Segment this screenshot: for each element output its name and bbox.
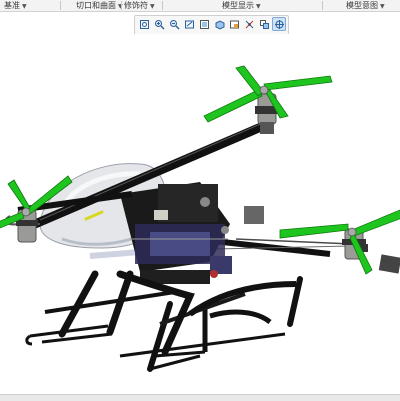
named-views-icon xyxy=(199,19,209,29)
datum-display-icon xyxy=(245,20,253,28)
ribbon-group-label: 模型显示 xyxy=(222,1,254,10)
named-views-button[interactable] xyxy=(197,17,211,31)
display-style-button[interactable] xyxy=(212,17,226,31)
spin-center-icon xyxy=(274,19,284,29)
ribbon-group-strip: 基准▼ 切口和曲面▼ 修饰符▼ 模型显示▼ 模型意图▼ xyxy=(0,0,400,12)
ribbon-group-label: 切口和曲面 xyxy=(76,1,116,10)
tail-servo[interactable] xyxy=(378,254,400,274)
divider xyxy=(60,1,61,10)
ribbon-group-model-intent[interactable]: 模型意图 ▼ xyxy=(346,0,385,11)
refit-icon xyxy=(139,19,149,29)
repaint-icon xyxy=(184,20,194,28)
zoom-out-button[interactable] xyxy=(167,17,181,31)
divider xyxy=(121,1,122,10)
zoom-in-button[interactable] xyxy=(152,17,166,31)
display-style-icon xyxy=(215,19,224,30)
view-manager-icon xyxy=(259,19,269,29)
saved-orientations-button[interactable] xyxy=(227,17,241,31)
ribbon-group-model-display[interactable]: 模型显示 ▼ xyxy=(222,0,261,11)
ribbon-group-label: 模型意图 xyxy=(346,1,378,10)
datum-display-button[interactable] xyxy=(242,17,256,31)
view-manager-button[interactable] xyxy=(257,17,271,31)
model-viewport[interactable] xyxy=(0,34,400,394)
landing-skid-front[interactable] xyxy=(25,270,206,358)
saved-orientations-icon xyxy=(229,20,239,28)
ribbon-group-datum[interactable]: 基准 ▼ xyxy=(4,0,27,11)
ribbon-group-cuts-surfaces[interactable]: 切口和曲面▼ xyxy=(76,0,123,11)
divider xyxy=(322,1,323,10)
zoom-in-icon xyxy=(154,19,164,29)
model-graphics[interactable] xyxy=(0,34,400,394)
ribbon-group-label: 修饰符 xyxy=(124,1,148,10)
repaint-button[interactable] xyxy=(182,17,196,31)
graphics-toolbar xyxy=(134,15,289,35)
landing-skid-rear[interactable] xyxy=(119,276,303,372)
central-frame[interactable] xyxy=(120,182,264,284)
zoom-out-icon xyxy=(169,19,179,29)
divider xyxy=(162,1,163,10)
chevron-down-icon: ▼ xyxy=(256,3,261,10)
refit-button[interactable] xyxy=(137,17,151,31)
chevron-down-icon: ▼ xyxy=(22,3,27,10)
chevron-down-icon: ▼ xyxy=(380,3,385,10)
chevron-down-icon: ▼ xyxy=(150,3,155,10)
ribbon-group-label: 基准 xyxy=(4,1,20,10)
ribbon-group-modifiers[interactable]: 修饰符 ▼ xyxy=(124,0,155,11)
spin-center-button[interactable] xyxy=(272,17,286,31)
